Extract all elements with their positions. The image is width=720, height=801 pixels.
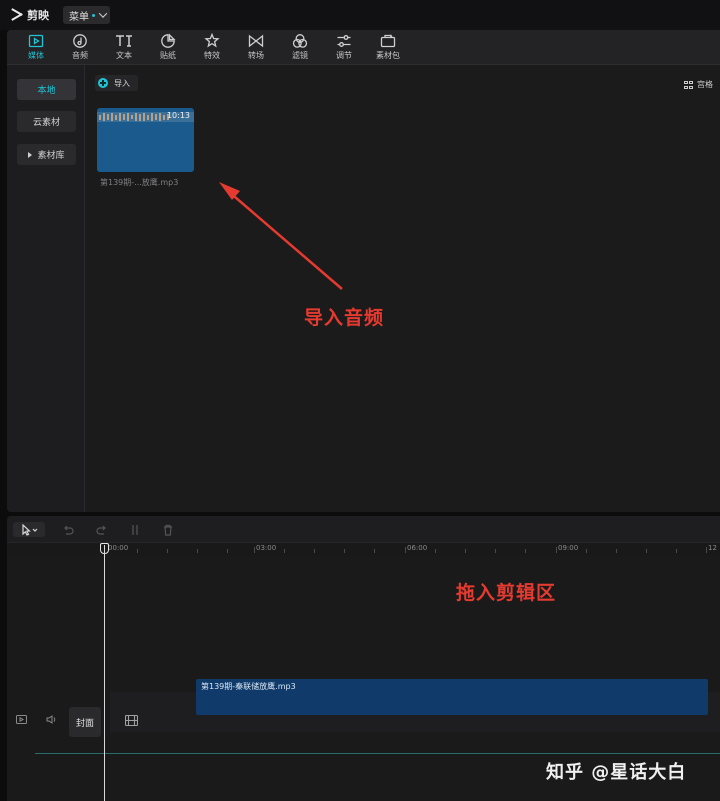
audio-clip-label: 第139期-秦联储放鹰.mp3 [201, 682, 296, 691]
redo-icon [96, 525, 106, 535]
playhead-line[interactable] [104, 545, 105, 801]
track-preview-button[interactable] [15, 713, 27, 725]
timeline-audio-clip[interactable]: 第139期-秦联储放鹰.mp3 [196, 679, 708, 715]
track-film-button[interactable] [124, 714, 138, 726]
split-button[interactable] [128, 522, 142, 537]
ruler-label: 00:00 [108, 544, 129, 552]
ruler-label: 12 [708, 544, 717, 552]
select-tool-button[interactable] [13, 522, 45, 537]
delete-button[interactable] [161, 522, 175, 537]
watermark: 知乎 @星话大白 [546, 762, 687, 783]
trash-icon [164, 524, 172, 536]
undo-icon [64, 525, 74, 535]
cover-button[interactable]: 封面 [69, 707, 101, 737]
timeline-toolbar [7, 516, 720, 543]
ruler-label: 06:00 [407, 544, 428, 552]
arrow-import-audio [219, 182, 343, 290]
cursor-icon [22, 523, 38, 536]
speaker-icon [46, 714, 55, 724]
track-video-icon [15, 714, 27, 724]
ruler-label: 03:00 [256, 544, 277, 552]
timeline-ruler[interactable]: 00:00 03:00 06:00 09:00 12 [7, 543, 720, 555]
ruler-label: 09:00 [558, 544, 579, 552]
cover-label: 封面 [75, 718, 94, 729]
redo-button[interactable] [95, 522, 109, 537]
annotation-drag-to-edit: 拖入剪辑区 [456, 582, 557, 604]
track-mute-button[interactable] [45, 713, 57, 725]
timeline-track-line [35, 753, 720, 754]
undo-button[interactable] [61, 522, 75, 537]
split-icon [132, 524, 138, 535]
annotation-import-audio: 导入音频 [304, 307, 385, 329]
film-icon [124, 714, 138, 726]
